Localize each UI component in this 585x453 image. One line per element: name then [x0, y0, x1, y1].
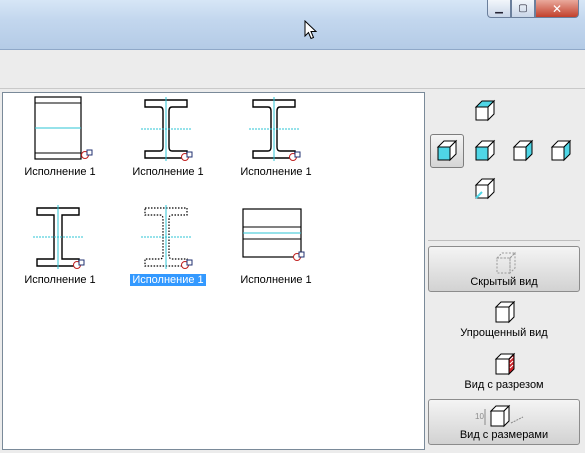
section-view-label: Вид с разрезом: [464, 379, 544, 391]
window-controls: ▁ ▢ ✕: [487, 0, 579, 20]
simplified-view-button[interactable]: Упрощенный вид: [428, 296, 580, 342]
item-label: Исполнение 1: [24, 166, 96, 178]
list-item-selected[interactable]: Исполнение 1: [119, 203, 217, 289]
close-button[interactable]: ✕: [535, 0, 579, 18]
cube-front-icon: [474, 139, 496, 162]
dimension-view-label: Вид с размерами: [459, 429, 549, 441]
view-front-button[interactable]: [470, 136, 500, 166]
minimize-icon: ▁: [495, 2, 503, 14]
list-item[interactable]: Исполнение 1: [227, 95, 325, 181]
cube-hidden-lines-icon: [495, 251, 517, 275]
view-top-button[interactable]: [470, 96, 500, 126]
list-item[interactable]: Исполнение 1: [227, 203, 325, 289]
hidden-view-button[interactable]: Скрытый вид: [428, 246, 580, 292]
list-item[interactable]: Исполнение 1: [11, 203, 109, 289]
i-beam-section-icon: [249, 97, 301, 161]
beam-top-view-icon: [242, 208, 305, 261]
item-label: Исполнение 1: [132, 166, 204, 178]
mouse-cursor-icon: [304, 20, 318, 40]
list-item[interactable]: Исполнение 1: [119, 95, 217, 181]
view-back-button[interactable]: [546, 136, 576, 166]
cube-bottom-icon: [474, 177, 496, 200]
close-icon: ✕: [551, 1, 563, 16]
item-label: Исполнение 1: [240, 274, 312, 286]
hidden-view-label: Скрытый вид: [470, 276, 538, 288]
item-label: Исполнение 1: [129, 273, 207, 287]
title-bar: ▁ ▢ ✕: [0, 0, 585, 50]
view-bottom-button[interactable]: [470, 174, 500, 204]
view-panel: Скрытый вид Упрощенный вид Вид с разрезо…: [428, 92, 585, 453]
i-beam-section-hidden-icon: [141, 205, 193, 269]
panel-divider: [428, 240, 580, 241]
item-label: Исполнение 1: [24, 274, 96, 286]
i-beam-section-simplified-icon: [33, 205, 85, 269]
variant-list[interactable]: Исполнение 1 Исполнение 1 Исполнение 1 И…: [2, 92, 425, 450]
minimize-button[interactable]: ▁: [487, 0, 511, 18]
maximize-icon: ▢: [518, 2, 528, 14]
cube-top-icon: [474, 99, 496, 122]
cube-section-icon: [494, 352, 516, 376]
view-right-button[interactable]: [508, 136, 538, 166]
list-item[interactable]: Исполнение 1: [11, 95, 109, 181]
cube-simplified-icon: [494, 300, 516, 324]
dimension-view-button[interactable]: 10 Вид с размерами: [428, 399, 580, 445]
cube-back-icon: [550, 139, 572, 162]
i-beam-section-icon: [141, 97, 193, 161]
cube-right-icon: [512, 139, 534, 162]
simplified-view-label: Упрощенный вид: [460, 327, 548, 339]
item-label: Исполнение 1: [240, 166, 312, 178]
cube-dimensions-icon: 10: [475, 404, 524, 428]
maximize-button[interactable]: ▢: [511, 0, 535, 18]
dimension-value-text: 10: [475, 412, 484, 421]
cube-left-icon: [436, 139, 458, 162]
beam-side-flange-icon: [34, 96, 93, 160]
toolbar: [0, 51, 585, 89]
view-left-button[interactable]: [430, 134, 464, 168]
section-view-button[interactable]: Вид с разрезом: [428, 348, 580, 394]
